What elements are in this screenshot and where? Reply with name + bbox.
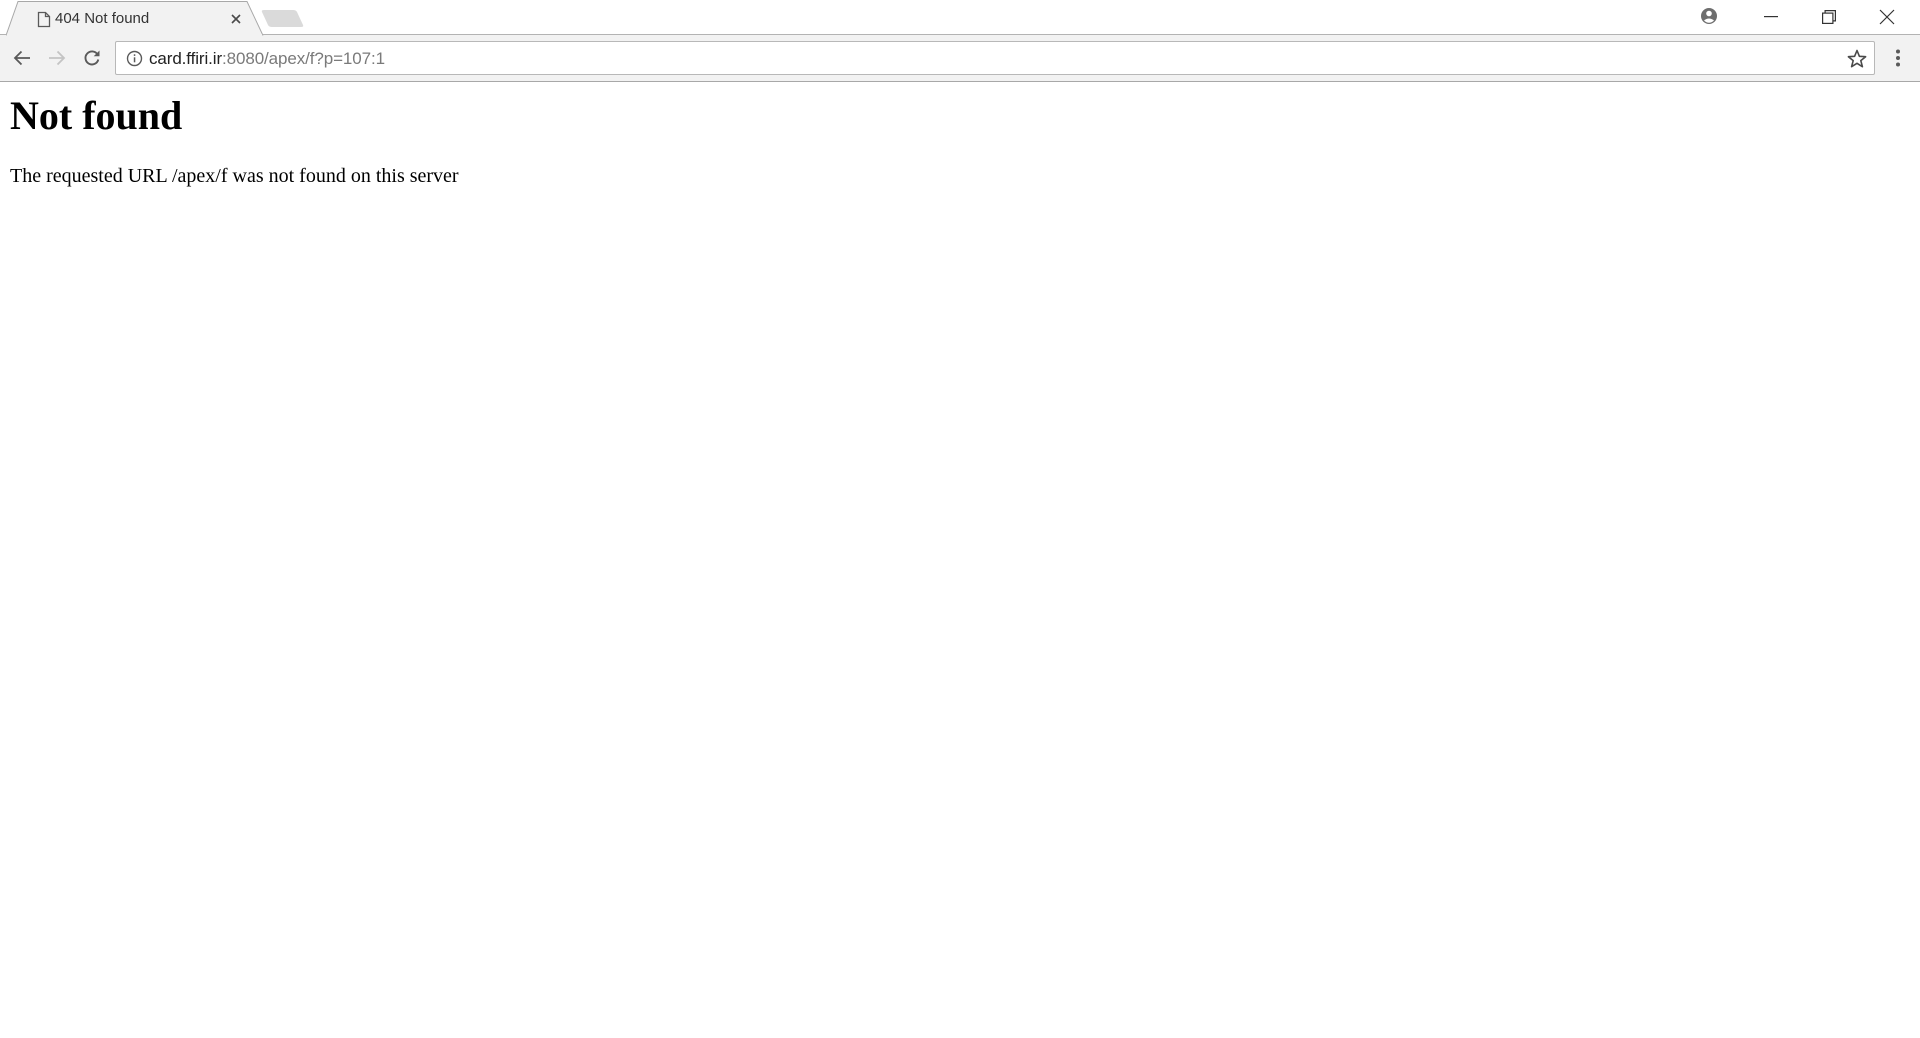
browser-menu-button[interactable] — [1886, 44, 1910, 72]
minimize-icon — [1764, 16, 1778, 18]
restore-icon — [1822, 10, 1836, 24]
close-icon — [1879, 9, 1895, 25]
new-tab-button[interactable] — [261, 9, 305, 28]
reload-button[interactable] — [78, 44, 106, 72]
bookmark-star-icon[interactable] — [1846, 48, 1868, 70]
error-message: The requested URL /apex/f was not found … — [10, 165, 459, 187]
back-button[interactable] — [8, 44, 36, 72]
address-bar[interactable]: card.ffiri.ir:8080/apex/f?p=107:1 — [115, 41, 1875, 75]
back-arrow-icon — [13, 50, 30, 66]
url-path: :8080/apex/f?p=107:1 — [222, 49, 385, 68]
tab-strip: 404 Not found — [0, 0, 1920, 36]
minimize-button[interactable] — [1742, 0, 1800, 34]
url-text[interactable]: card.ffiri.ir:8080/apex/f?p=107:1 — [149, 49, 385, 69]
forward-button[interactable] — [43, 44, 71, 72]
url-host: card.ffiri.ir — [149, 49, 223, 68]
tab-title: 404 Not found — [55, 10, 150, 27]
info-icon[interactable] — [126, 50, 143, 67]
profile-icon — [1701, 8, 1717, 24]
kebab-menu-icon — [1896, 49, 1900, 67]
page-icon — [37, 11, 51, 28]
tab-close-icon[interactable] — [228, 11, 244, 27]
restore-button[interactable] — [1800, 0, 1858, 34]
profile-button[interactable] — [1697, 4, 1721, 28]
new-tab-icon — [261, 10, 304, 27]
reload-icon — [84, 50, 100, 66]
browser-toolbar: card.ffiri.ir:8080/apex/f?p=107:1 — [0, 35, 1920, 82]
page-content: Not found The requested URL /apex/f was … — [0, 82, 1920, 1038]
page-heading: Not found — [10, 93, 183, 138]
tab-404-not-found[interactable]: 404 Not found — [6, 1, 264, 36]
close-window-button[interactable] — [1858, 0, 1916, 34]
forward-arrow-icon — [49, 50, 66, 66]
